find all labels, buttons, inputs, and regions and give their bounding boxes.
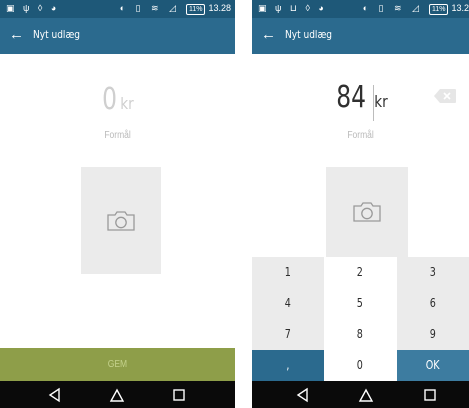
amount-value: 0 xyxy=(101,82,117,117)
currency-label: kr xyxy=(374,92,388,111)
phone-screen-left: ▣ ψ ◊ ◕ ◐ ▯ ≋ ◿ 11% 13.28 ← Nyt udlæg 0 kr… xyxy=(0,0,235,408)
save-button[interactable]: GEM xyxy=(0,348,235,381)
page-title: Nyt udlæg xyxy=(285,28,333,41)
key-1[interactable]: 1 xyxy=(252,257,324,288)
save-button-label: GEM xyxy=(107,359,128,370)
key-8[interactable]: 8 xyxy=(324,319,396,350)
key-4[interactable]: 4 xyxy=(252,288,324,319)
status-time: 13.28 xyxy=(208,3,231,13)
nav-back-icon[interactable] xyxy=(47,387,63,403)
phone-screen-right: ▣ ψ ⊔ ◊ ◕ ◐ ▯ ≋ ◿ 11% 13.2 ← Nyt udlæg 84 k… xyxy=(252,0,469,408)
status-bar: ▣ ψ ⊔ ◊ ◕ ◐ ▯ ≋ ◿ 11% 13.2 xyxy=(252,0,469,18)
status-notification-icons: ▣ ψ ⊔ ◊ ◕ xyxy=(258,3,327,13)
app-bar: ← Nyt udlæg xyxy=(0,18,235,54)
add-photo-button[interactable] xyxy=(81,167,161,274)
arrow-left-icon[interactable]: ← xyxy=(9,26,24,44)
battery-icon: 11% xyxy=(428,4,449,15)
key-6[interactable]: 6 xyxy=(397,288,469,319)
status-right-group: ◐ ▯ ≋ ◿ 11% 13.28 xyxy=(120,3,231,15)
key-3[interactable]: 3 xyxy=(397,257,469,288)
app-bar: ← Nyt udlæg xyxy=(252,18,469,54)
currency-label: kr xyxy=(120,94,134,113)
camera-icon xyxy=(353,202,381,222)
status-right-group: ◐ ▯ ≋ ◿ 11% 13.2 xyxy=(363,3,469,15)
amount-display[interactable]: 0 kr xyxy=(0,82,235,117)
backspace-icon[interactable] xyxy=(433,88,457,104)
purpose-field[interactable]: Formål xyxy=(252,130,469,141)
key-7[interactable]: 7 xyxy=(252,319,324,350)
battery-icon: 11% xyxy=(185,4,206,15)
android-nav-bar xyxy=(0,381,235,408)
nav-home-icon[interactable] xyxy=(109,387,125,403)
nav-recents-icon[interactable] xyxy=(422,387,438,403)
camera-icon xyxy=(107,210,135,231)
nav-home-icon[interactable] xyxy=(358,387,374,403)
key-5[interactable]: 5 xyxy=(324,288,396,319)
key-2[interactable]: 2 xyxy=(324,257,396,288)
purpose-field[interactable]: Formål xyxy=(0,130,235,141)
key-9[interactable]: 9 xyxy=(397,319,469,350)
key-0[interactable]: 0 xyxy=(324,350,396,381)
purpose-placeholder: Formål xyxy=(104,130,131,141)
key-comma[interactable]: , xyxy=(252,350,324,381)
status-time: 13.2 xyxy=(451,3,469,13)
status-system-icons: ◐ ▯ ≋ ◿ xyxy=(362,3,423,13)
status-notification-icons: ▣ ψ ◊ ◕ xyxy=(6,3,60,13)
page-title: Nyt udlæg xyxy=(33,28,81,41)
purpose-placeholder: Formål xyxy=(347,130,374,141)
numeric-keypad: 1 2 3 4 5 6 7 8 9 , 0 OK xyxy=(252,257,469,381)
nav-back-icon[interactable] xyxy=(295,387,311,403)
ok-button[interactable]: OK xyxy=(397,350,469,381)
amount-value: 84 xyxy=(336,80,366,115)
android-nav-bar xyxy=(252,381,469,408)
nav-recents-icon[interactable] xyxy=(171,387,187,403)
status-bar: ▣ ψ ◊ ◕ ◐ ▯ ≋ ◿ 11% 13.28 xyxy=(0,0,235,18)
status-system-icons: ◐ ▯ ≋ ◿ xyxy=(119,3,180,13)
add-photo-button[interactable] xyxy=(326,167,408,257)
arrow-left-icon[interactable]: ← xyxy=(261,26,276,44)
